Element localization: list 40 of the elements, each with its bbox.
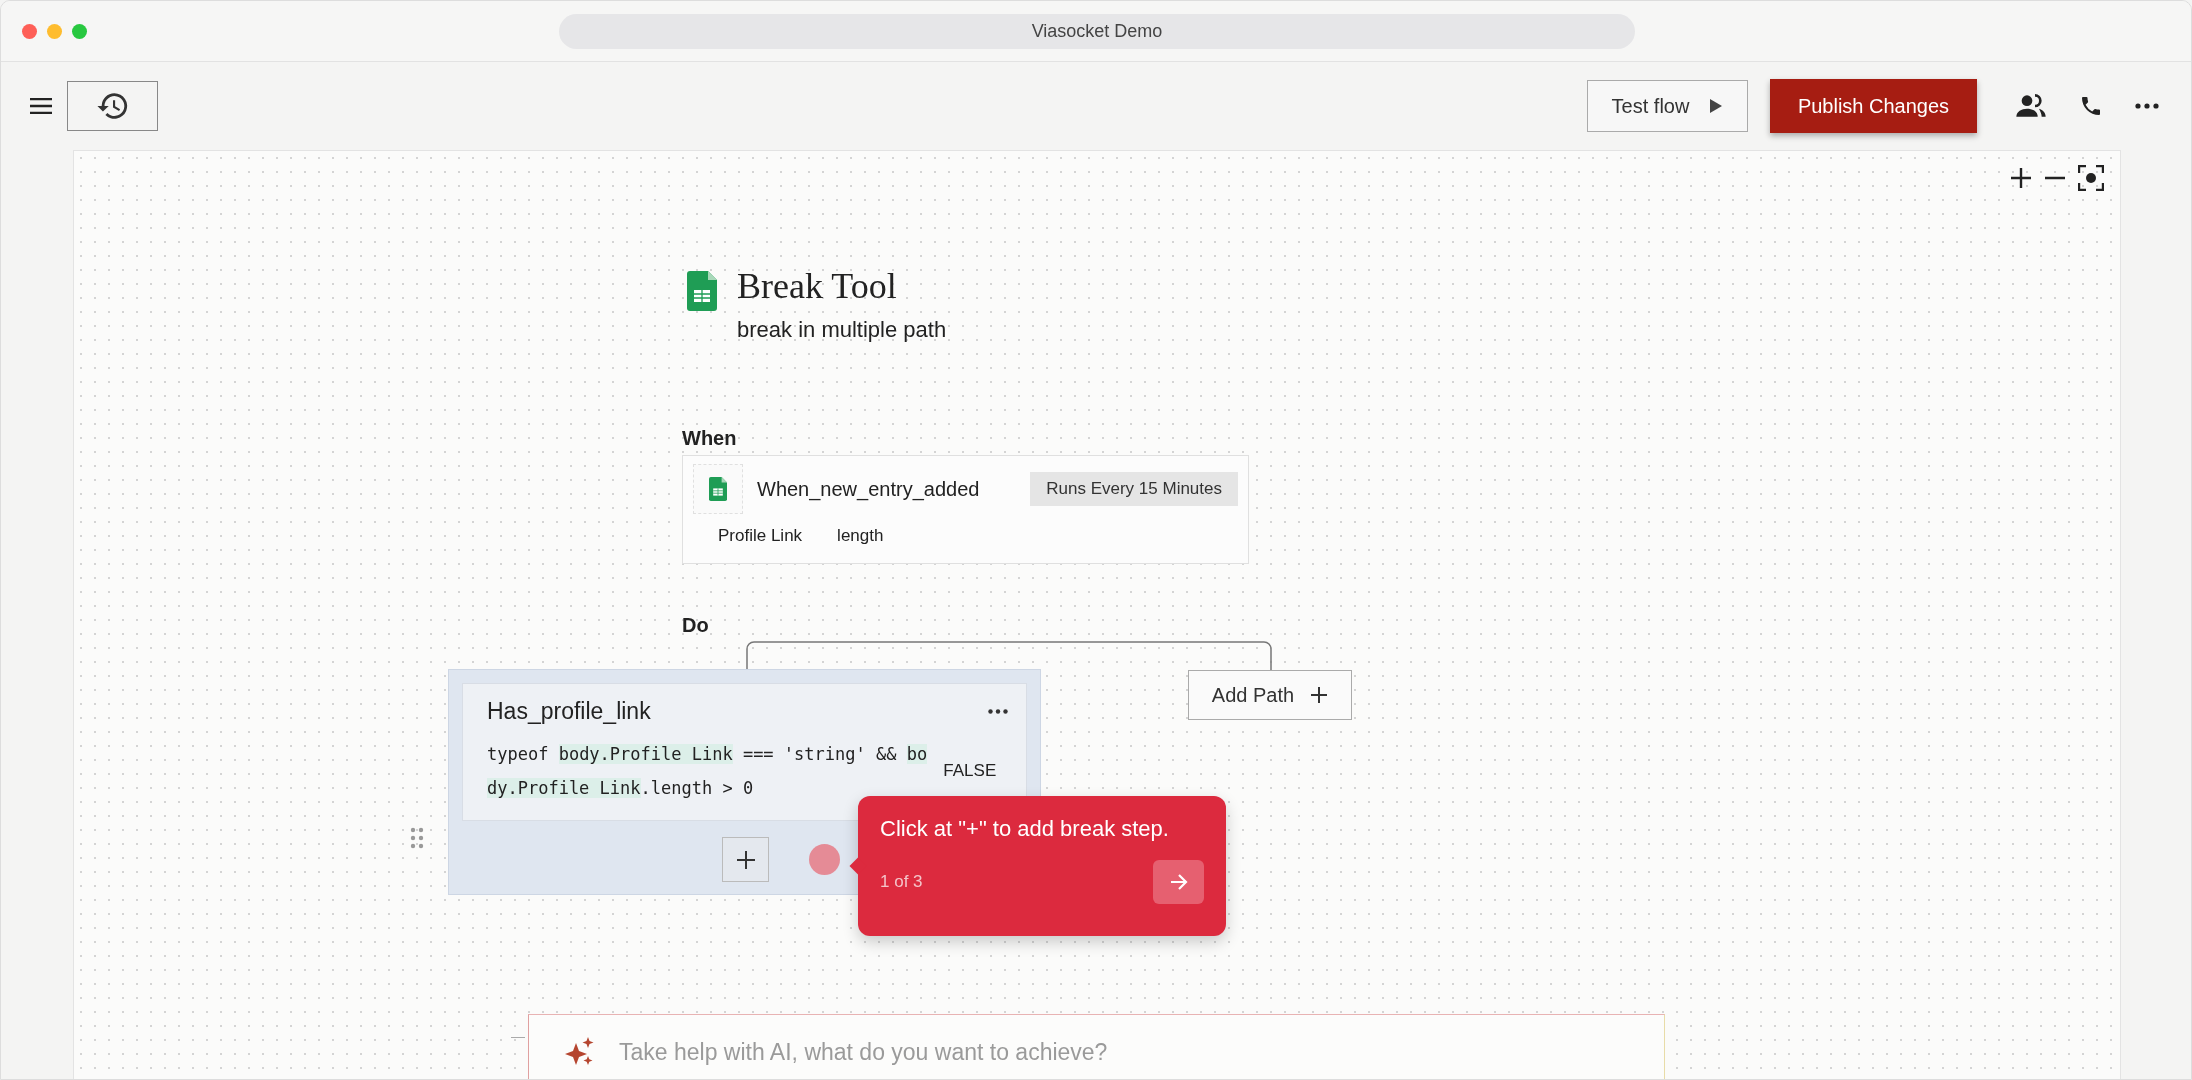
flow-title: Break Tool [737,265,898,307]
phone-icon[interactable] [2079,94,2103,118]
history-button[interactable] [67,81,158,131]
test-flow-button[interactable]: Test flow [1587,80,1748,132]
ai-prompt-field[interactable]: Take help with AI, what do you want to achieve? [619,1039,1519,1066]
tour-step-counter: 1 of 3 [880,872,923,892]
spreadsheet-icon [687,271,717,311]
add-step-button[interactable] [722,837,769,882]
plus-icon [735,849,756,870]
publish-button[interactable]: Publish Changes [1770,79,1977,133]
zoom-out-icon[interactable] [2044,176,2066,180]
schedule-tag: Runs Every 15 Minutes [1030,472,1238,506]
people-icon[interactable] [2015,94,2047,118]
result-label: FALSE [943,761,997,781]
field-label: length [837,526,884,546]
window-title: Viasocket Demo [559,14,1635,49]
fit-view-icon[interactable] [2078,165,2104,191]
play-icon [1709,98,1724,114]
arrow-right-icon [1168,873,1189,891]
condition-card[interactable]: Has_profile_link typeof body.Profile Link === 'string' && body.Profile Link.length > 0 FALSE [462,683,1027,821]
plus-icon [1310,686,1329,704]
drag-handle-icon[interactable] [410,827,424,849]
field-label: Profile Link [718,526,803,546]
spreadsheet-icon [709,476,727,502]
tour-beacon [809,844,840,875]
more-icon[interactable] [988,709,1008,714]
section-heading: Do [682,614,709,637]
zoom-in-icon[interactable] [2010,167,2032,189]
condition-name: Has_profile_link [487,698,651,725]
menu-icon[interactable] [30,98,52,114]
next-button[interactable] [1153,860,1204,904]
sparkle-icon [565,1037,595,1067]
condition-code: typeof body.Profile Link === 'string' && body.Profile Link.length > 0 [487,743,929,800]
section-heading: When [682,427,737,450]
add-path-button[interactable]: Add Path [1188,670,1352,720]
close-button[interactable] [22,23,37,39]
more-icon[interactable] [2135,103,2159,109]
trigger-name: When_new_entry_added [757,477,981,501]
trigger-card[interactable]: When_new_entry_added Runs Every 15 Minutes Profile Link length [682,455,1249,564]
flow-description: break in multiple path [737,317,947,343]
